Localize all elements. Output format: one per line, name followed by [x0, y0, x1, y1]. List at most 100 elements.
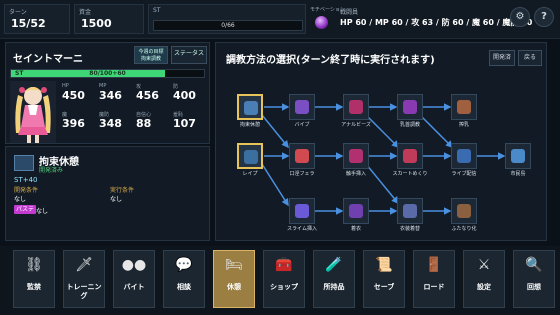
tentacle-icon: [349, 149, 363, 163]
tree-node-futanari[interactable]: [451, 198, 477, 224]
motivation-orb-icon: [315, 16, 328, 29]
tree-node-skirt-flip[interactable]: [397, 143, 423, 169]
chain-icon: ⛓: [25, 257, 43, 273]
stat-value: 107: [173, 117, 196, 130]
nav-label: 設定: [477, 283, 491, 291]
potion-icon: 🧪: [325, 257, 343, 273]
nav-label: 回想: [527, 283, 541, 291]
character-name: セイントマーニ: [13, 54, 83, 65]
battle-stats: HP 60 / MP 60 / 攻 63 / 防 60 / 魔 60 / 魔防 …: [340, 18, 533, 27]
tree-node-label: 搾乳: [458, 122, 469, 128]
turn-counter: ターン 15/52: [4, 4, 70, 34]
tree-node-slime[interactable]: [289, 198, 315, 224]
beads-icon: [349, 100, 363, 114]
save-button[interactable]: 📜 セーブ: [363, 250, 405, 308]
money-counter: 資金 1500: [74, 4, 144, 34]
tree-node-label: 口淫フェラ: [289, 171, 315, 177]
scene-icon: [244, 150, 258, 164]
chat-icon: 💬: [175, 257, 193, 273]
dev-condition-label: 開発条件: [14, 187, 39, 194]
passive-badge: パステ: [14, 205, 37, 214]
nav-label: 監禁: [27, 283, 41, 291]
confine-button[interactable]: ⛓ 監禁: [13, 250, 55, 308]
consult-button[interactable]: 💬 相談: [163, 250, 205, 308]
tree-node-label: 触手挿入: [345, 171, 366, 177]
stat-value: 396: [62, 117, 85, 130]
nav-label: セーブ: [373, 283, 395, 291]
top-bar: ターン 15/52 資金 1500 ST 0/66 モチベーション 戦闘員 HP…: [0, 0, 560, 39]
nav-label: トレーニング: [66, 283, 102, 300]
money-label: 資金: [79, 9, 92, 16]
stat-value: 88: [136, 117, 152, 130]
tree-node-label: 着衣: [350, 226, 361, 232]
character-st-text: 80/100+60: [89, 70, 126, 77]
tree-node-costume-change[interactable]: [397, 198, 423, 224]
weekly-goal-button[interactable]: 今週の目標 拘束調教: [134, 46, 168, 64]
help-icon[interactable]: ?: [534, 7, 554, 27]
recollection-button[interactable]: 🔍 回想: [513, 250, 555, 308]
tree-node-label: アナルビーズ: [341, 122, 371, 128]
tree-node-label: スライム挿入: [287, 226, 317, 232]
nav-label: 休憩: [227, 283, 241, 291]
tree-node-vibe[interactable]: [289, 94, 315, 120]
slime-icon: [295, 204, 309, 218]
cow-icon: [457, 100, 471, 114]
training-tree-panel: 調教方法の選択(ターン終了時に実行されます) 開発済 戻る 拘束休憩 バイブ ア…: [215, 42, 547, 241]
turn-label: ターン: [9, 9, 27, 16]
rest-button[interactable]: 🛏 休憩: [213, 250, 255, 308]
crowd-icon: [511, 149, 525, 163]
inventory-button[interactable]: 🧪 所持品: [313, 250, 355, 308]
wand-icon: [295, 100, 309, 114]
battle-label: 戦闘員: [340, 9, 359, 16]
tree-node-citizens[interactable]: [505, 143, 531, 169]
tree-node-live-stream[interactable]: [451, 143, 477, 169]
nav-label: ロード: [423, 283, 445, 291]
lips-icon: [295, 149, 309, 163]
skirt-icon: [403, 149, 417, 163]
tree-node-label: 乳首調教: [399, 122, 420, 128]
parttime-button[interactable]: ●● バイト: [113, 250, 155, 308]
character-portrait: [10, 81, 56, 143]
action-st-gain: ST+40: [14, 176, 38, 184]
tree-node-restraint-rest[interactable]: [237, 94, 263, 120]
nav-label: 相談: [177, 283, 191, 291]
status-button[interactable]: ステータス: [171, 46, 207, 64]
tree-node-nipple-training[interactable]: [397, 94, 423, 120]
money-value: 1500: [81, 17, 112, 30]
camera-icon: [457, 149, 471, 163]
st-gauge: ST 0/66: [148, 4, 306, 34]
nav-label: ショップ: [270, 283, 298, 291]
tree-node-label: ライブ配信: [451, 171, 477, 177]
shop-button[interactable]: 🧰 ショップ: [263, 250, 305, 308]
bed-icon: 🛏: [225, 257, 243, 273]
character-panel: セイントマーニ 今週の目標 拘束調教 ステータス ST 80/100+60 HP…: [5, 42, 210, 144]
motivation-block: モチベーション 戦闘員 HP 60 / MP 60 / 攻 63 / 防 60 …: [310, 4, 532, 34]
tree-node-clothing[interactable]: [343, 198, 369, 224]
tree-node-label: 衣装着替: [399, 226, 420, 232]
training-button[interactable]: 🗡 トレーニング: [63, 250, 105, 308]
door-icon: 🚪: [425, 257, 443, 273]
st-label: ST: [153, 7, 161, 14]
st-track: 0/66: [153, 20, 303, 31]
load-button[interactable]: 🚪 ロード: [413, 250, 455, 308]
tree-node-milking[interactable]: [451, 94, 477, 120]
transform-icon: [457, 204, 471, 218]
stat-value: 450: [62, 89, 85, 102]
tree-node-label: バイブ: [294, 122, 310, 128]
tree-node-tentacle[interactable]: [343, 143, 369, 169]
tree-node-oral[interactable]: [289, 143, 315, 169]
nav-label: 所持品: [323, 283, 345, 291]
gear-icon[interactable]: ⚙: [510, 7, 530, 27]
coins-icon: ●●: [121, 257, 147, 273]
passive-value: なし: [36, 208, 49, 215]
sword-icon: 🗡: [75, 257, 93, 273]
exec-condition-value: なし: [110, 196, 123, 203]
settings-button[interactable]: ⚔ 設定: [463, 250, 505, 308]
dev-condition-value: なし: [14, 196, 27, 203]
tree-node-rape[interactable]: [237, 143, 263, 169]
clothes-icon: [349, 204, 363, 218]
tree-node-anal-beads[interactable]: [343, 94, 369, 120]
nav-label: バイト: [123, 283, 145, 291]
tree-node-label: レイプ: [242, 171, 258, 177]
tree-node-label: ふたなり化: [451, 226, 477, 232]
